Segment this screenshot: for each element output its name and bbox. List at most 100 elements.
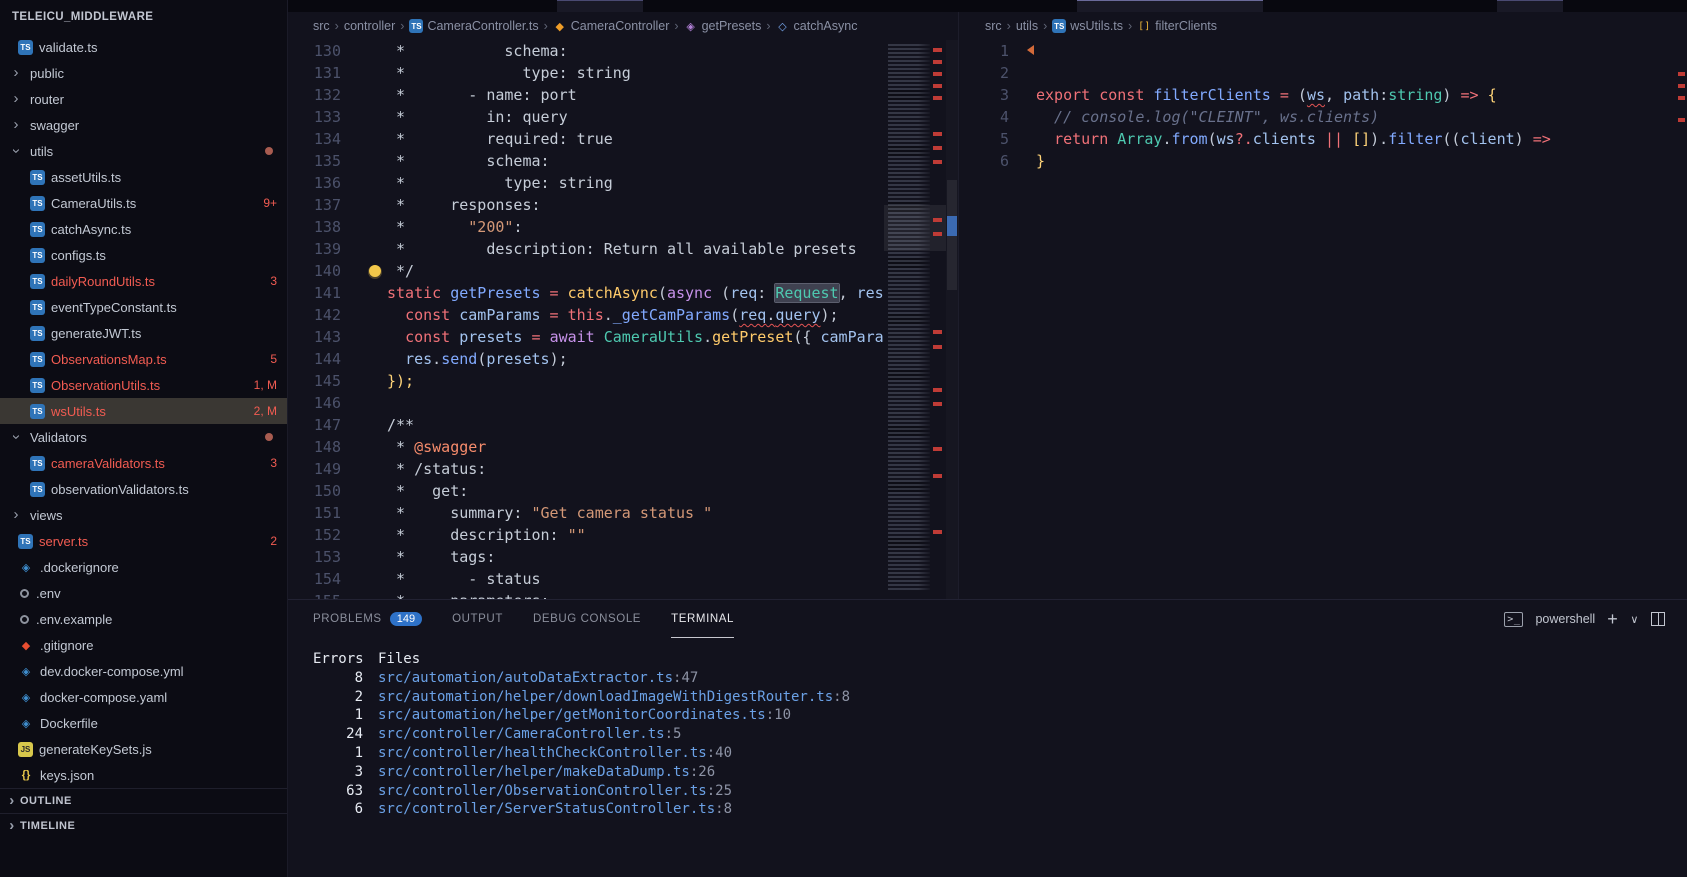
code-line-138[interactable]: 138 * "200": — [287, 216, 958, 238]
code-line-145[interactable]: 145}); — [287, 370, 958, 392]
split-terminal-button[interactable] — [1651, 612, 1665, 626]
code-line-147[interactable]: 147/** — [287, 414, 958, 436]
breadcrumb-item-src[interactable]: src — [985, 19, 1002, 33]
file-item-validate.ts[interactable]: TSvalidate.ts — [0, 34, 287, 60]
terminal-output[interactable]: Errors Files 8src/automation/autoDataExt… — [287, 638, 1687, 819]
tab-terminal[interactable]: TERMINAL — [671, 600, 734, 638]
folder-item-views[interactable]: ›views — [0, 502, 287, 528]
file-link[interactable]: src/controller/ObservationController.ts — [378, 782, 707, 801]
breadcrumb-item-utils[interactable]: utils — [1016, 19, 1038, 33]
file-link[interactable]: src/controller/helper/makeDataDump.ts — [378, 763, 690, 782]
breadcrumb-item-controller[interactable]: controller — [344, 19, 395, 33]
file-item-docker-compose.yaml[interactable]: ◈docker-compose.yaml — [0, 684, 287, 710]
breadcrumb-item-CameraController[interactable]: ◆CameraController — [553, 19, 670, 33]
breadcrumb-item-CameraController.ts[interactable]: TSCameraController.ts — [409, 19, 538, 33]
problems-badge: 2, M — [246, 404, 277, 418]
shell-name[interactable]: powershell — [1535, 612, 1595, 626]
code-line-1[interactable]: 1 — [959, 40, 1687, 62]
folder-item-public[interactable]: ›public — [0, 60, 287, 86]
breadcrumb-item-getPresets[interactable]: ◈getPresets — [684, 19, 762, 33]
explorer-project-title[interactable]: TELEICU_MIDDLEWARE — [0, 0, 287, 34]
code-line-139[interactable]: 139 * description: Return all available … — [287, 238, 958, 260]
file-item-.env[interactable]: .env — [0, 580, 287, 606]
file-item-configs.ts[interactable]: TSconfigs.ts — [0, 242, 287, 268]
file-item-dailyRoundUtils.ts[interactable]: TSdailyRoundUtils.ts3 — [0, 268, 287, 294]
code-line-153[interactable]: 153 * tags: — [287, 546, 958, 568]
file-item-eventTypeConstant.ts[interactable]: TSeventTypeConstant.ts — [0, 294, 287, 320]
code-line-133[interactable]: 133 * in: query — [287, 106, 958, 128]
code-line-136[interactable]: 136 * type: string — [287, 172, 958, 194]
file-item-cameraValidators.ts[interactable]: TScameraValidators.ts3 — [0, 450, 287, 476]
code-line-132[interactable]: 132 * - name: port — [287, 84, 958, 106]
code-line-141[interactable]: 141static getPresets = catchAsync(async … — [287, 282, 958, 304]
code-line-137[interactable]: 137 * responses: — [287, 194, 958, 216]
code-left[interactable]: 130 * schema:131 * type: string132 * - n… — [287, 40, 958, 600]
code-right[interactable]: 123export const filterClients = (ws, pat… — [959, 40, 1687, 600]
folder-item-utils[interactable]: ›utils — [0, 138, 287, 164]
item-label: .env — [36, 586, 61, 601]
file-item-dev.docker-compose.yml[interactable]: ◈dev.docker-compose.yml — [0, 658, 287, 684]
file-item-observationValidators.ts[interactable]: TSobservationValidators.ts — [0, 476, 287, 502]
breadcrumb-item-filterClients[interactable]: []filterClients — [1137, 19, 1217, 33]
code-line-151[interactable]: 151 * summary: "Get camera status " — [287, 502, 958, 524]
minimap[interactable] — [884, 40, 946, 600]
folder-item-Validators[interactable]: ›Validators — [0, 424, 287, 450]
file-item-generateJWT.ts[interactable]: TSgenerateJWT.ts — [0, 320, 287, 346]
code-line-143[interactable]: 143 const presets = await CameraUtils.ge… — [287, 326, 958, 348]
folder-item-swagger[interactable]: ›swagger — [0, 112, 287, 138]
tab-debug-console[interactable]: DEBUG CONSOLE — [533, 600, 641, 638]
code-line-134[interactable]: 134 * required: true — [287, 128, 958, 150]
scrollbar-left[interactable] — [946, 40, 958, 600]
code-line-6[interactable]: 6} — [959, 150, 1687, 172]
file-item-ObservationUtils.ts[interactable]: TSObservationUtils.ts1, M — [0, 372, 287, 398]
item-label: CameraUtils.ts — [51, 196, 136, 211]
file-link[interactable]: src/automation/helper/getMonitorCoordina… — [378, 706, 766, 725]
file-item-.gitignore[interactable]: ◆.gitignore — [0, 632, 287, 658]
file-item-assetUtils.ts[interactable]: TSassetUtils.ts — [0, 164, 287, 190]
file-link[interactable]: src/automation/autoDataExtractor.ts — [378, 669, 673, 688]
file-link[interactable]: src/automation/helper/downloadImageWithD… — [378, 688, 833, 707]
file-item-CameraUtils.ts[interactable]: TSCameraUtils.ts9+ — [0, 190, 287, 216]
code-line-140[interactable]: 140 */ — [287, 260, 958, 282]
file-item-Dockerfile[interactable]: ◈Dockerfile — [0, 710, 287, 736]
breadcrumb-item-wsUtils.ts[interactable]: TSwsUtils.ts — [1052, 19, 1123, 33]
code-line-152[interactable]: 152 * description: "" — [287, 524, 958, 546]
new-terminal-button[interactable]: + — [1607, 612, 1618, 626]
timeline-section-header[interactable]: › TIMELINE — [0, 813, 287, 838]
breadcrumb-item-catchAsync[interactable]: ◇catchAsync — [776, 19, 858, 33]
outline-section-header[interactable]: › OUTLINE — [0, 788, 287, 813]
code-line-146[interactable]: 146 — [287, 392, 958, 414]
code-line-4[interactable]: 4 // console.log("CLEINT", ws.clients) — [959, 106, 1687, 128]
code-line-149[interactable]: 149 * /status: — [287, 458, 958, 480]
code-line-5[interactable]: 5 return Array.from(ws?.clients || []).f… — [959, 128, 1687, 150]
code-line-130[interactable]: 130 * schema: — [287, 40, 958, 62]
file-item-wsUtils.ts[interactable]: TSwsUtils.ts2, M — [0, 398, 287, 424]
tab-problems[interactable]: PROBLEMS 149 — [313, 600, 422, 638]
file-item-keys.json[interactable]: {}keys.json — [0, 762, 287, 788]
file-link[interactable]: src/controller/CameraController.ts — [378, 725, 665, 744]
file-link[interactable]: src/controller/healthCheckController.ts — [378, 744, 707, 763]
code-line-142[interactable]: 142 const camParams = this._getCamParams… — [287, 304, 958, 326]
folder-item-router[interactable]: ›router — [0, 86, 287, 112]
file-item-.env.example[interactable]: .env.example — [0, 606, 287, 632]
breadcrumb-item-src[interactable]: src — [313, 19, 330, 33]
file-item-server.ts[interactable]: TSserver.ts2 — [0, 528, 287, 554]
code-line-135[interactable]: 135 * schema: — [287, 150, 958, 172]
breadcrumb-separator: › — [544, 19, 548, 33]
tab-output[interactable]: OUTPUT — [452, 600, 503, 638]
file-item-ObservationsMap.ts[interactable]: TSObservationsMap.ts5 — [0, 346, 287, 372]
terminal-profile-chevron-icon[interactable]: ∨ — [1630, 613, 1639, 626]
code-line-131[interactable]: 131 * type: string — [287, 62, 958, 84]
code-line-144[interactable]: 144 res.send(presets); — [287, 348, 958, 370]
code-line-3[interactable]: 3export const filterClients = (ws, path:… — [959, 84, 1687, 106]
code-line-2[interactable]: 2 — [959, 62, 1687, 84]
minimap-slider[interactable] — [884, 205, 946, 251]
code-line-150[interactable]: 150 * get: — [287, 480, 958, 502]
file-item-generateKeySets.js[interactable]: JSgenerateKeySets.js — [0, 736, 287, 762]
code-line-154[interactable]: 154 * - status — [287, 568, 958, 590]
code-line-148[interactable]: 148 * @swagger — [287, 436, 958, 458]
file-item-catchAsync.ts[interactable]: TScatchAsync.ts — [0, 216, 287, 242]
lightbulb-icon[interactable] — [369, 265, 381, 277]
file-link[interactable]: src/controller/ServerStatusController.ts — [378, 800, 715, 819]
file-item-.dockerignore[interactable]: ◈.dockerignore — [0, 554, 287, 580]
